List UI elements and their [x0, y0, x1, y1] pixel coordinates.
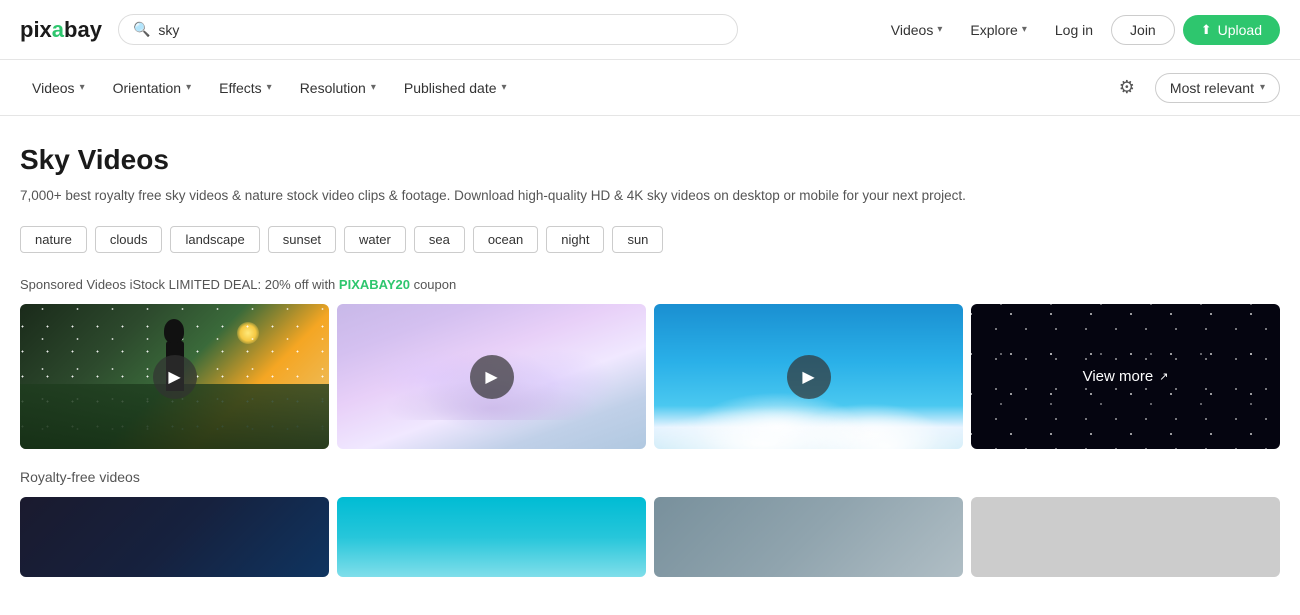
- search-bar: 🔍: [118, 14, 738, 45]
- play-icon: ▶: [168, 367, 180, 387]
- sort-button[interactable]: Most relevant ▾: [1155, 73, 1280, 103]
- tags-container: nature clouds landscape sunset water sea…: [20, 226, 1280, 253]
- tag-ocean[interactable]: ocean: [473, 226, 538, 253]
- video-card-2[interactable]: ▶: [337, 304, 646, 449]
- chevron-down-icon: ▾: [1022, 24, 1027, 35]
- strip-card-4[interactable]: [971, 497, 1280, 577]
- upload-button[interactable]: ⬆ Upload: [1183, 15, 1280, 45]
- strip-card-1[interactable]: [20, 497, 329, 577]
- logo[interactable]: pixabay: [20, 17, 102, 43]
- upload-icon: ⬆: [1201, 22, 1212, 38]
- join-button[interactable]: Join: [1111, 15, 1175, 45]
- chevron-down-icon: ▾: [371, 82, 376, 93]
- header: pixabay 🔍 Videos ▾ Explore ▾ Log in Join…: [0, 0, 1300, 60]
- filter-orientation-button[interactable]: Orientation ▾: [101, 74, 204, 102]
- videos-nav-button[interactable]: Videos ▾: [881, 16, 953, 44]
- strip-card-3[interactable]: [654, 497, 963, 577]
- filter-videos-button[interactable]: Videos ▾: [20, 74, 97, 102]
- play-button-3[interactable]: ▶: [787, 355, 831, 399]
- external-link-icon: ↗: [1159, 370, 1168, 383]
- search-icon: 🔍: [133, 21, 150, 38]
- strip-card-2[interactable]: [337, 497, 646, 577]
- sponsored-video-grid: ▶ ▶ ▶: [20, 304, 1280, 449]
- filter-bar-right: ⚙ Most relevant ▾: [1111, 73, 1280, 103]
- search-input[interactable]: [158, 22, 723, 38]
- video-card-3[interactable]: ▶: [654, 304, 963, 449]
- tag-night[interactable]: night: [546, 226, 604, 253]
- chevron-down-icon: ▾: [186, 82, 191, 93]
- chevron-down-icon: ▾: [80, 82, 85, 93]
- login-button[interactable]: Log in: [1045, 16, 1103, 44]
- play-icon: ▶: [802, 367, 814, 387]
- page-description: 7,000+ best royalty free sky videos & na…: [20, 186, 1280, 206]
- tag-water[interactable]: water: [344, 226, 406, 253]
- chevron-down-icon: ▾: [502, 82, 507, 93]
- main-content: Sky Videos 7,000+ best royalty free sky …: [0, 116, 1300, 577]
- header-nav: Videos ▾ Explore ▾ Log in Join ⬆ Upload: [881, 15, 1280, 45]
- explore-nav-button[interactable]: Explore ▾: [960, 16, 1037, 44]
- royalty-free-video-strip: [20, 497, 1280, 577]
- tag-nature[interactable]: nature: [20, 226, 87, 253]
- filter-effects-button[interactable]: Effects ▾: [207, 74, 284, 102]
- video-card-4[interactable]: View more ↗: [971, 304, 1280, 449]
- tag-clouds[interactable]: clouds: [95, 226, 163, 253]
- view-more-overlay: View more ↗: [971, 304, 1280, 449]
- tag-sea[interactable]: sea: [414, 226, 465, 253]
- tag-sun[interactable]: sun: [612, 226, 663, 253]
- play-button-2[interactable]: ▶: [470, 355, 514, 399]
- filter-published-date-button[interactable]: Published date ▾: [392, 74, 519, 102]
- tag-landscape[interactable]: landscape: [170, 226, 259, 253]
- royalty-free-label: Royalty-free videos: [20, 469, 1280, 485]
- coupon-link[interactable]: PIXABAY20: [339, 277, 410, 292]
- play-icon: ▶: [485, 367, 497, 387]
- play-button-1[interactable]: ▶: [153, 355, 197, 399]
- filter-bar: Videos ▾ Orientation ▾ Effects ▾ Resolut…: [0, 60, 1300, 116]
- tag-sunset[interactable]: sunset: [268, 226, 336, 253]
- view-more-text: View more ↗: [1083, 368, 1169, 385]
- page-title: Sky Videos: [20, 144, 1280, 176]
- video-card-1[interactable]: ▶: [20, 304, 329, 449]
- sponsored-label: Sponsored Videos iStock LIMITED DEAL: 20…: [20, 277, 1280, 292]
- chevron-down-icon: ▾: [1260, 82, 1265, 93]
- filter-resolution-button[interactable]: Resolution ▾: [288, 74, 388, 102]
- settings-button[interactable]: ⚙: [1111, 73, 1143, 102]
- chevron-down-icon: ▾: [267, 82, 272, 93]
- chevron-down-icon: ▾: [937, 24, 942, 35]
